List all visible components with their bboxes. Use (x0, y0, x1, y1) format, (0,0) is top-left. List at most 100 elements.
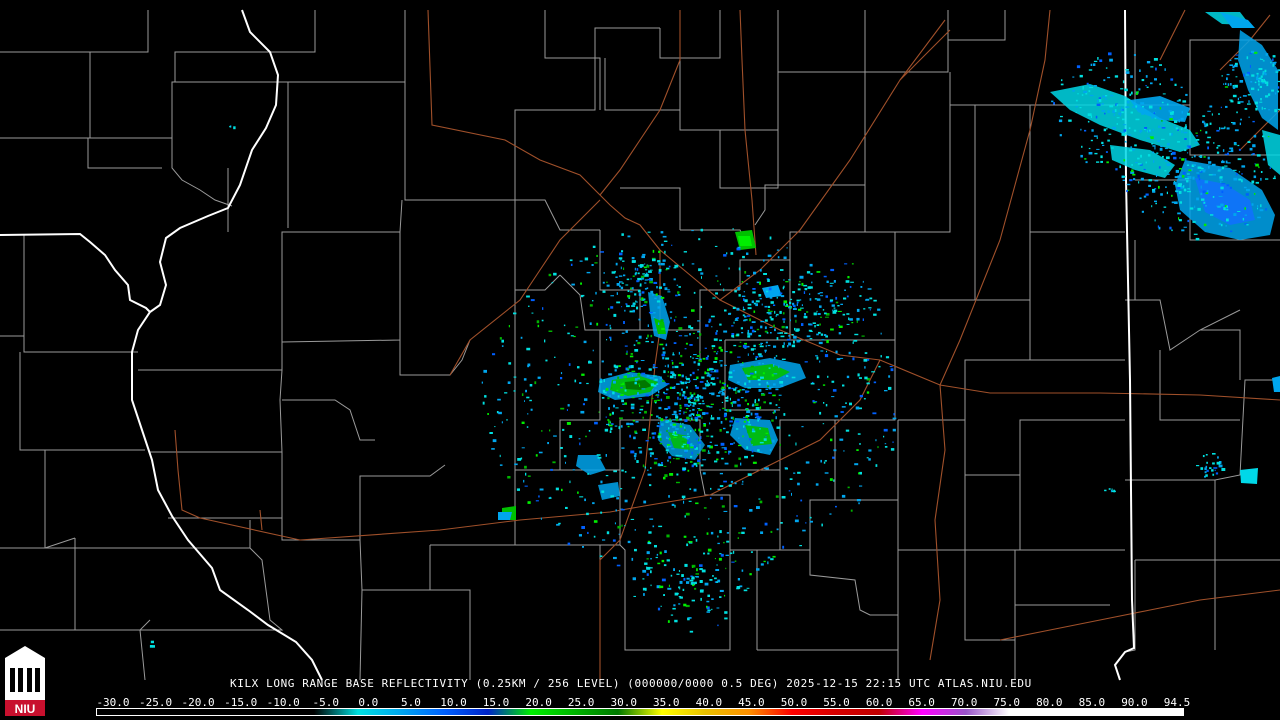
echo-speckle (571, 283, 575, 286)
echo-speckle (582, 403, 585, 406)
echo-speckle (860, 286, 863, 288)
echo-speckle (715, 332, 718, 335)
echo-speckle (689, 344, 693, 346)
echo-speckle (696, 376, 699, 379)
echo-speckle (890, 368, 894, 372)
echo-speckle (794, 327, 796, 331)
echo-speckle (1261, 106, 1263, 110)
echo-speckle (1106, 128, 1108, 130)
echo-speckle (692, 566, 694, 568)
echo-speckle (1187, 219, 1190, 223)
echo-speckle (1233, 177, 1238, 181)
echo-speckle (654, 389, 658, 391)
echo-speckle (582, 546, 584, 548)
echo-speckle (1224, 126, 1226, 129)
echo-speckle (793, 304, 796, 307)
echo-speckle (726, 396, 729, 399)
echo-speckle (735, 420, 739, 423)
echo-speckle (1209, 105, 1213, 108)
echo-speckle (709, 375, 711, 378)
echo-speckle (749, 318, 751, 322)
echo-speckle (684, 419, 688, 422)
echo-speckle (1193, 233, 1198, 235)
echo-speckle (722, 407, 726, 410)
echo-speckle (1233, 142, 1237, 145)
echo-speckle (592, 349, 594, 352)
echo-speckle (760, 320, 765, 323)
echo-speckle (1183, 131, 1188, 134)
echo-speckle (1152, 145, 1156, 147)
echo-speckle (738, 437, 740, 439)
echo-speckle (1080, 128, 1082, 131)
echo-speckle (1131, 169, 1134, 173)
echo-speckle (669, 473, 674, 476)
echo-speckle (611, 271, 616, 274)
echo-speckle (775, 404, 778, 406)
echo-speckle (704, 371, 707, 375)
product-name: LONG RANGE BASE REFLECTIVITY (266, 677, 469, 690)
echo-speckle (1239, 96, 1242, 98)
echo-speckle (1107, 110, 1110, 114)
echo-speckle (1256, 76, 1258, 80)
echo-speckle (756, 328, 760, 331)
echo-speckle (1188, 169, 1192, 172)
echo-speckle (1275, 71, 1279, 73)
echo-speckle (589, 304, 593, 307)
echo-speckle (822, 423, 825, 425)
echo-speckle (678, 570, 681, 572)
echo-speckle (716, 458, 719, 461)
echo-speckle (797, 482, 800, 486)
echo-speckle (1175, 127, 1179, 130)
echo-speckle (690, 356, 692, 358)
echo-speckle (1218, 113, 1220, 115)
echo-speckle (759, 406, 762, 409)
echo-speckle (527, 413, 529, 415)
echo-speckle (686, 577, 690, 580)
echo-speckle (569, 480, 571, 484)
echo-speckle (1243, 73, 1245, 77)
echo-speckle (693, 354, 697, 356)
echo-speckle (701, 449, 706, 452)
echo-speckle (844, 289, 846, 291)
echo-speckle (699, 580, 703, 583)
echo-speckle (783, 302, 786, 306)
echo-speckle (630, 406, 635, 410)
echo-speckle (693, 361, 696, 364)
echo-speckle (831, 304, 835, 307)
echo-speckle (806, 311, 809, 313)
echo-speckle (784, 467, 788, 469)
echo-speckle (700, 436, 702, 439)
echo-speckle (774, 328, 776, 332)
echo-speckle (719, 283, 721, 286)
echo-speckle (1264, 73, 1267, 76)
echo-speckle (648, 531, 652, 534)
echo-speckle (826, 350, 827, 353)
echo-speckle (738, 444, 742, 447)
echo-speckle (796, 515, 798, 517)
echo-speckle (1157, 225, 1160, 228)
echo-speckle (734, 290, 737, 293)
echo-speckle (804, 288, 808, 291)
echo-speckle (789, 319, 791, 322)
echo-speckle (1212, 173, 1216, 176)
echo-speckle (650, 414, 653, 416)
echo-speckle (708, 318, 712, 322)
echo-speckle (687, 433, 689, 435)
echo-speckle (1266, 83, 1269, 87)
echo-speckle (760, 531, 764, 534)
echo-speckle (608, 373, 613, 376)
echo-speckle (647, 264, 650, 268)
echo-speckle (1198, 177, 1201, 181)
echo-speckle (1059, 134, 1062, 137)
echo-speckle (1154, 200, 1157, 203)
echo-speckle (560, 407, 565, 410)
echo-speckle (775, 388, 779, 391)
echo-speckle (659, 551, 662, 555)
echo-speckle (1090, 139, 1093, 142)
echo-speckle (730, 402, 733, 405)
echo-speckle (753, 344, 756, 347)
echo-speckle (1081, 94, 1084, 96)
echo-speckle (721, 391, 724, 394)
echo-speckle (663, 465, 667, 467)
echo-speckle (1107, 76, 1111, 79)
